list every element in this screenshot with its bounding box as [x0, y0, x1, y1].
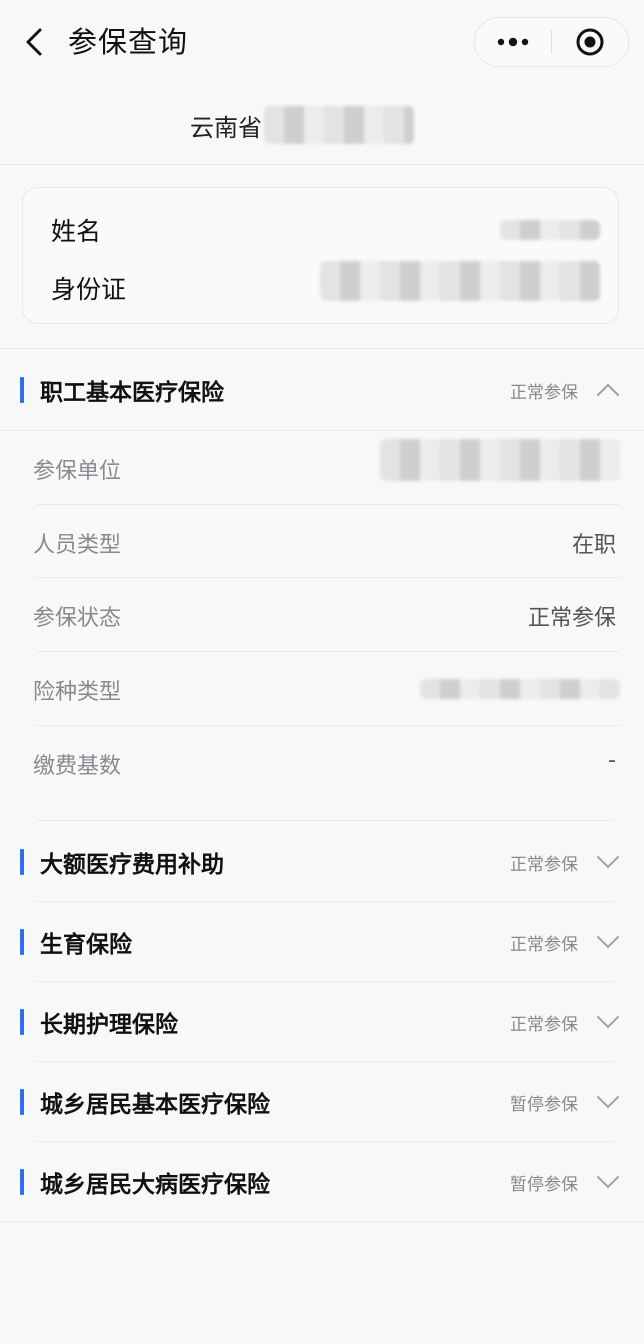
- section-title: 生育保险: [40, 932, 132, 958]
- detail-label: 险种类型: [33, 680, 122, 705]
- province-label: 云南省: [190, 113, 262, 142]
- section-status: 暂停参保: [510, 1094, 578, 1115]
- accent-bar: [20, 1089, 24, 1115]
- section-status: 正常参保: [510, 934, 578, 955]
- detail-value: -: [608, 748, 616, 773]
- section-status: 正常参保: [510, 854, 578, 875]
- name-label: 姓名: [51, 217, 102, 246]
- mini-program-capsule: [474, 17, 629, 67]
- accent-bar: [20, 1169, 24, 1195]
- detail-row-insurance-type: 险种类型: [0, 652, 644, 726]
- redacted-name: [500, 220, 600, 240]
- person-info-card: 姓名 身份证: [22, 187, 619, 324]
- page-title: 参保查询: [68, 25, 189, 59]
- detail-label: 人员类型: [33, 533, 122, 558]
- detail-row-person-type: 人员类型 在职: [0, 505, 644, 579]
- chevron-down-icon[interactable]: [596, 1010, 620, 1034]
- province-banner: 云南省: [0, 86, 644, 164]
- redacted-insurance-type: [420, 679, 620, 699]
- section-title: 城乡居民大病医疗保险: [40, 1172, 270, 1198]
- divider: [0, 164, 644, 165]
- chevron-down-icon[interactable]: [596, 1090, 620, 1114]
- back-button[interactable]: [18, 24, 50, 60]
- section-status: 正常参保: [510, 1014, 578, 1035]
- accent-bar: [20, 849, 24, 875]
- section-title: 长期护理保险: [40, 1012, 178, 1038]
- nav-header: 参保查询: [0, 0, 644, 86]
- chevron-up-icon[interactable]: [596, 378, 620, 402]
- chevron-left-icon: [26, 28, 42, 56]
- detail-row-unit: 参保单位: [0, 431, 644, 505]
- detail-label: 缴费基数: [33, 754, 122, 779]
- detail-row-status: 参保状态 正常参保: [0, 578, 644, 652]
- section-major-medical[interactable]: 大额医疗费用补助 正常参保: [0, 822, 644, 902]
- section-maternity[interactable]: 生育保险 正常参保: [0, 902, 644, 982]
- more-button[interactable]: [475, 18, 551, 66]
- accent-bar: [20, 929, 24, 955]
- redacted-region: [264, 106, 414, 144]
- section-employee-medical[interactable]: 职工基本医疗保险 正常参保: [0, 350, 644, 430]
- chevron-down-icon[interactable]: [596, 1170, 620, 1194]
- section-status: 正常参保: [510, 382, 578, 403]
- detail-row-base: 缴费基数 -: [0, 726, 644, 800]
- section-resident-basic-medical[interactable]: 城乡居民基本医疗保险 暂停参保: [0, 1062, 644, 1142]
- close-mini-program-button[interactable]: [552, 18, 628, 66]
- target-icon: [576, 28, 604, 56]
- section-resident-serious-illness[interactable]: 城乡居民大病医疗保险 暂停参保: [0, 1142, 644, 1222]
- redacted-id: [320, 261, 600, 301]
- divider: [36, 820, 614, 821]
- divider: [0, 348, 644, 349]
- chevron-down-icon[interactable]: [596, 850, 620, 874]
- section-title: 大额医疗费用补助: [40, 852, 224, 878]
- redacted-unit: [380, 439, 620, 481]
- section-long-term-care[interactable]: 长期护理保险 正常参保: [0, 982, 644, 1062]
- divider: [0, 1221, 644, 1222]
- detail-value: 在职: [571, 533, 616, 558]
- more-dots-icon: [497, 37, 529, 47]
- section-title: 职工基本医疗保险: [40, 380, 224, 406]
- section-status: 暂停参保: [510, 1174, 578, 1195]
- section-title: 城乡居民基本医疗保险: [40, 1092, 270, 1118]
- detail-value: 正常参保: [527, 606, 616, 631]
- detail-label: 参保状态: [33, 606, 122, 631]
- detail-label: 参保单位: [33, 459, 122, 484]
- chevron-down-icon[interactable]: [596, 930, 620, 954]
- accent-bar: [20, 1009, 24, 1035]
- id-card-label: 身份证: [51, 275, 127, 304]
- accent-bar: [20, 377, 24, 403]
